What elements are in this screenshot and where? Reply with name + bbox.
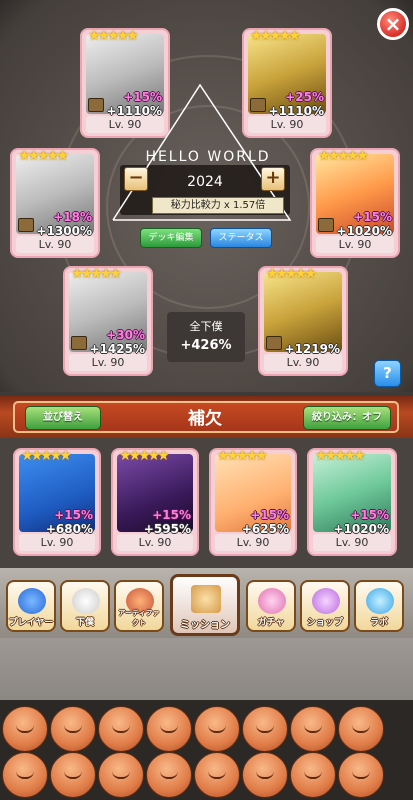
deck-edit-button[interactable]: デッキ編集 (140, 228, 202, 248)
star-rating-icon: ★★★★★ (315, 448, 366, 464)
nav-servants[interactable]: 下僕 (60, 580, 110, 632)
total-value: +426% (180, 338, 232, 353)
total-servant-bonus: 全下僕 +426% (167, 312, 245, 362)
nav-label: プレイヤー (8, 618, 54, 628)
nav-player[interactable]: プレイヤー (6, 580, 56, 632)
star-rating-icon: ★★★★★ (217, 448, 268, 464)
bun-icon[interactable] (2, 706, 48, 752)
player-icon (18, 588, 46, 614)
reserve-card[interactable]: ★★★★★ +15% +595% Lv. 90 (111, 448, 199, 556)
level-label: Lv. 90 (215, 534, 291, 551)
bun-icon[interactable] (290, 706, 336, 752)
nav-label: アーティファクト (118, 609, 160, 627)
nav-gacha[interactable]: ガチャ (246, 580, 296, 632)
bun-icon[interactable] (194, 752, 240, 798)
bun-icon[interactable] (2, 752, 48, 798)
bun-icon[interactable] (146, 752, 192, 798)
nav-label: ショップ (306, 618, 343, 628)
level-label: Lv. 90 (313, 534, 391, 551)
bun-icon[interactable] (290, 752, 336, 798)
level-label: Lv. 90 (19, 534, 95, 551)
divider-band (0, 638, 413, 700)
reserve-title: 補欠 (188, 409, 222, 429)
total-label: 全下僕 (189, 320, 223, 333)
bun-icon[interactable] (194, 706, 240, 752)
bonus-percent: +15% (350, 508, 389, 522)
filter-button[interactable]: 絞り込み：オフ (303, 406, 391, 430)
bun-icon[interactable] (50, 752, 96, 798)
nav-lab[interactable]: ラボ (354, 580, 404, 632)
sort-button[interactable]: 並び替え (25, 406, 101, 430)
bun-icon[interactable] (146, 706, 192, 752)
flower-icon (312, 588, 340, 614)
bun-icon[interactable] (242, 706, 288, 752)
bun-icon[interactable] (338, 752, 384, 798)
minus-button[interactable]: − (124, 167, 148, 191)
counter-value: 2024 (187, 174, 223, 190)
overlay-text: HELLO WORLD (145, 149, 271, 165)
bubbles-icon (366, 588, 394, 614)
bun-field (0, 700, 413, 800)
nav-shop[interactable]: ショップ (300, 580, 350, 632)
power-ratio-label: 秘力比較力 x 1.57倍 (152, 197, 284, 214)
servant-icon (72, 588, 100, 614)
nav-artifact[interactable]: アーティファクト (114, 580, 164, 632)
plus-button[interactable]: + (261, 167, 285, 191)
nav-label: ガチャ (257, 618, 285, 628)
bun-icon[interactable] (50, 706, 96, 752)
bonus-percent: +15% (250, 508, 289, 522)
status-button[interactable]: ステータス (210, 228, 272, 248)
help-button[interactable]: ? (374, 360, 401, 387)
nav-label: ラボ (369, 618, 388, 628)
bonus-percent: +15% (152, 508, 191, 522)
mission-cat-icon (191, 585, 221, 613)
bun-icon[interactable] (338, 706, 384, 752)
level-label: Lv. 90 (117, 534, 193, 551)
nav-label: 下僕 (75, 618, 94, 628)
reserve-card[interactable]: ★★★★★ +15% +625% Lv. 90 (209, 448, 297, 556)
bun-icon[interactable] (98, 752, 144, 798)
bun-icon[interactable] (242, 752, 288, 798)
reserve-card[interactable]: ★★★★★ +15% +680% Lv. 90 (13, 448, 101, 556)
star-rating-icon: ★★★★★ (119, 448, 170, 464)
gacha-icon (258, 588, 286, 614)
reserve-card[interactable]: ★★★★★ +15% +1020% Lv. 90 (307, 448, 397, 556)
bonus-percent: +15% (54, 508, 93, 522)
nav-mission[interactable]: ミッション (170, 574, 240, 636)
star-rating-icon: ★★★★★ (21, 448, 72, 464)
nav-label: ミッション (180, 620, 230, 631)
bun-icon[interactable] (98, 706, 144, 752)
